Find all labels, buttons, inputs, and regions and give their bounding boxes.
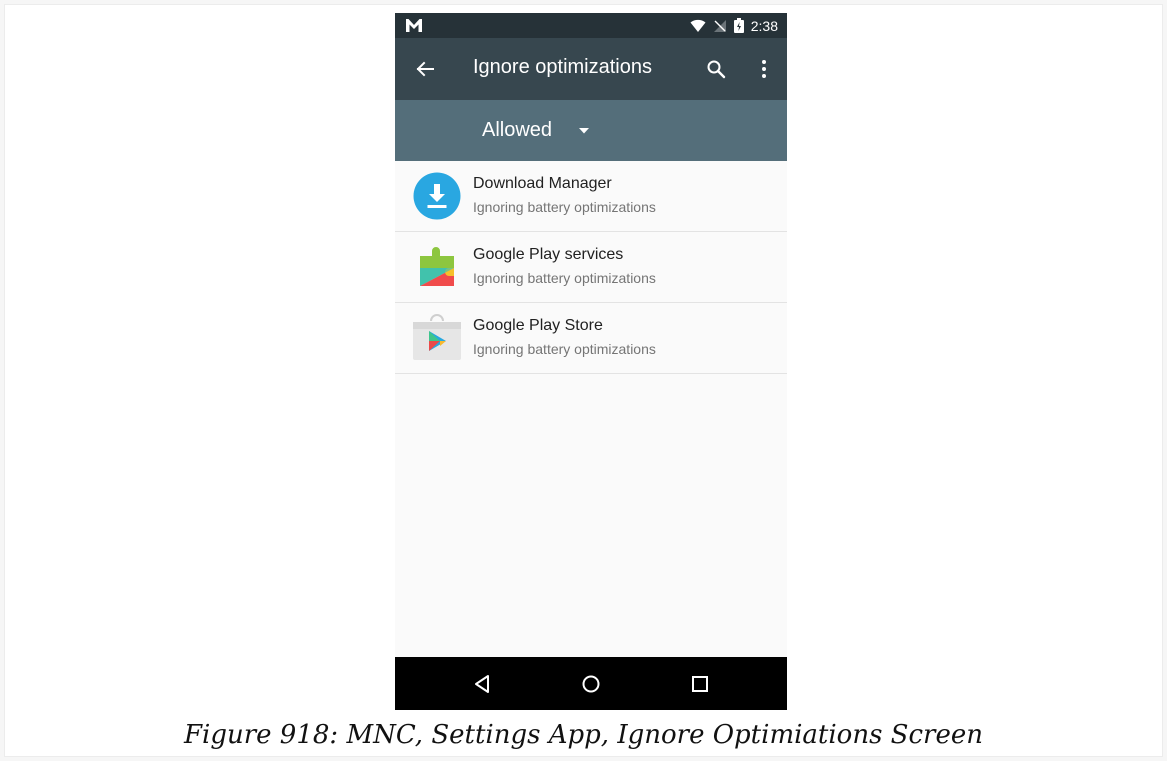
app-name: Google Play Store — [473, 317, 603, 334]
navigation-bar — [395, 657, 787, 710]
play-services-icon — [412, 242, 462, 292]
figure-caption: Figure 918: MNC, Settings App, Ignore Op… — [183, 720, 984, 750]
status-icons: 2:38 — [690, 13, 778, 38]
app-status: Ignoring battery optimizations — [473, 199, 656, 215]
app-list: Download Manager Ignoring battery optimi… — [395, 161, 787, 374]
app-name: Google Play services — [473, 246, 624, 263]
back-triangle-icon[interactable] — [471, 672, 495, 696]
dropdown-arrow-icon — [578, 127, 590, 135]
app-status: Ignoring battery optimizations — [473, 341, 656, 357]
no-signal-icon — [713, 19, 727, 33]
list-item-download-manager[interactable]: Download Manager Ignoring battery optimi… — [395, 161, 787, 232]
gmail-icon — [405, 17, 423, 33]
search-icon[interactable] — [705, 58, 727, 80]
recents-square-icon[interactable] — [688, 672, 712, 696]
filter-dropdown[interactable]: Allowed — [482, 100, 590, 161]
filter-selected-label: Allowed — [482, 119, 553, 141]
phone-screen: 2:38 Ignore optimizations Allowed Downlo… — [395, 13, 787, 710]
status-time: 2:38 — [750, 17, 778, 34]
list-item-play-store[interactable]: Google Play Store Ignoring battery optim… — [395, 303, 787, 374]
battery-icon — [733, 18, 744, 33]
play-store-icon — [412, 313, 462, 363]
app-name: Download Manager — [473, 175, 612, 192]
download-manager-icon — [412, 171, 462, 221]
more-vert-icon[interactable] — [753, 58, 775, 80]
home-circle-icon[interactable] — [579, 672, 603, 696]
list-item-play-services[interactable]: Google Play services Ignoring battery op… — [395, 232, 787, 303]
toolbar: Ignore optimizations — [395, 38, 787, 100]
page-title: Ignore optimizations — [473, 56, 652, 78]
status-bar: 2:38 — [395, 13, 787, 38]
back-arrow-icon[interactable] — [413, 57, 437, 81]
filter-bar: Allowed — [395, 100, 787, 161]
wifi-icon — [690, 19, 706, 33]
app-status: Ignoring battery optimizations — [473, 270, 656, 286]
